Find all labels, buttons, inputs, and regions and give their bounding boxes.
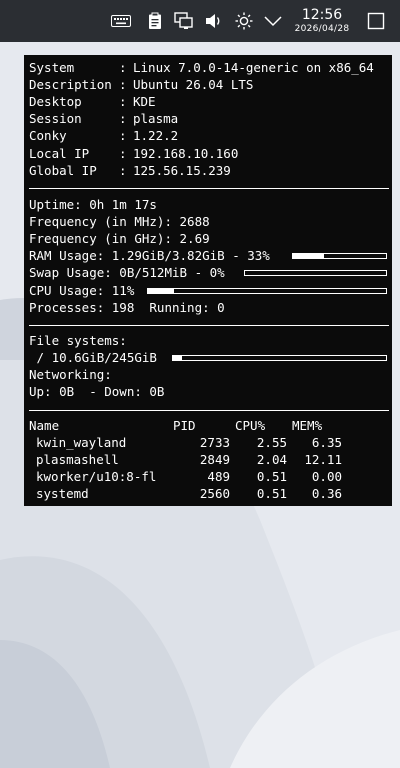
info-key: Conky	[29, 128, 67, 144]
ram-usage-bar	[292, 253, 387, 260]
frequency-ghz: Frequency (in GHz): 2.69	[29, 231, 210, 247]
processes-text: Processes: 198 Running: 0	[29, 299, 225, 315]
conky-widget: System: Linux 7.0.0-14-generic on x86_64 D…	[24, 55, 392, 506]
filesystem-root-label: / 10.6GiB/245GiB	[29, 350, 157, 366]
info-key: Global IP	[29, 162, 97, 178]
proc-pid: 2733	[199, 435, 230, 450]
proc-cpu: 0.51	[256, 486, 287, 502]
ram-usage-bar-fill	[293, 254, 324, 259]
info-separator: :	[119, 128, 127, 144]
info-row: Description: Ubuntu 26.04 LTS	[29, 76, 253, 93]
proc-pid: 2560	[199, 486, 230, 502]
proc-name: systemd	[36, 486, 89, 502]
uptime-text: Uptime: 0h 1m 17s	[29, 197, 157, 212]
info-key: Session	[29, 111, 82, 127]
divider	[29, 410, 389, 411]
filesystem-root-bar	[172, 355, 387, 362]
ram-usage-label: RAM Usage: 1.29GiB/3.82GiB - 33%	[29, 248, 270, 264]
proc-pid: 489	[207, 469, 230, 485]
swap-usage-label: Swap Usage: 0B/512MiB - 0%	[29, 265, 225, 281]
info-value: Ubuntu 26.04 LTS	[133, 77, 254, 93]
info-value: 125.56.15.239	[133, 162, 231, 178]
volume-icon[interactable]	[203, 10, 225, 32]
cpu-usage-bar	[147, 287, 387, 294]
filesystems-label: File systems:	[29, 333, 127, 348]
proc-mem: 6.35	[311, 435, 342, 450]
proc-header-cpu: CPU%	[235, 418, 266, 433]
frequency-mhz: Frequency (in MHz): 2688	[29, 214, 210, 230]
info-value: KDE	[133, 94, 156, 110]
info-row: Local IP:192.168.10.160	[29, 145, 238, 162]
brightness-icon[interactable]	[233, 10, 255, 32]
proc-header-pid: PID	[173, 418, 196, 433]
chevron-down-icon[interactable]	[262, 10, 284, 32]
info-value: Linux 7.0.0-14-generic on x86_64	[133, 60, 374, 75]
proc-cpu: 0.51	[256, 469, 287, 485]
info-separator: :	[119, 162, 127, 178]
proc-name: plasmashell	[36, 452, 119, 468]
proc-name: kwin_wayland	[36, 435, 127, 450]
info-separator: :	[119, 77, 127, 93]
info-row: System: Linux 7.0.0-14-generic on x86_64	[29, 59, 374, 76]
networking-label: Networking:	[29, 367, 112, 383]
proc-header-name: Name	[29, 418, 60, 433]
clock-date: 2026/04/28	[294, 24, 350, 34]
info-key: System	[29, 60, 75, 75]
info-key: Description	[29, 77, 112, 93]
proc-cpu: 2.55	[256, 435, 287, 450]
proc-pid: 2849	[199, 452, 230, 468]
info-row: Conky:1.22.2	[29, 127, 178, 144]
proc-mem: 0.36	[311, 486, 342, 502]
proc-mem: 0.00	[311, 469, 342, 485]
info-separator: :	[119, 145, 127, 161]
keyboard-icon[interactable]	[110, 10, 132, 32]
info-row: Desktop: KDE	[29, 93, 156, 110]
divider	[29, 325, 389, 326]
info-value: 1.22.2	[133, 128, 179, 144]
info-separator: :	[119, 94, 127, 110]
info-row: Session: plasma	[29, 110, 178, 127]
top-panel: 12:56 2026/04/28	[0, 0, 400, 42]
network-speed: Up: 0B - Down: 0B	[29, 384, 165, 400]
network-icon[interactable]	[173, 10, 195, 32]
clipboard-icon[interactable]	[144, 10, 166, 32]
cpu-usage-label: CPU Usage: 11%	[29, 282, 135, 298]
swap-usage-bar	[244, 270, 387, 277]
cpu-usage-bar-fill	[148, 288, 175, 293]
proc-mem: 12.11	[304, 452, 342, 468]
proc-header-mem: MEM%	[292, 418, 323, 433]
info-value: 192.168.10.160	[133, 145, 239, 161]
clock-time: 12:56	[301, 7, 343, 23]
divider	[29, 188, 389, 189]
info-separator: :	[119, 60, 127, 75]
proc-cpu: 2.04	[256, 452, 287, 468]
info-key: Desktop	[29, 94, 82, 110]
info-key: Local IP	[29, 145, 90, 161]
show-desktop-icon[interactable]	[365, 10, 387, 32]
proc-name: kworker/u10:8-fl	[36, 469, 157, 485]
info-value: plasma	[133, 111, 179, 127]
filesystem-root-bar-fill	[173, 356, 182, 361]
info-row: Global IP:125.56.15.239	[29, 162, 231, 179]
info-separator: :	[119, 111, 127, 127]
clock[interactable]: 12:56 2026/04/28	[288, 7, 356, 35]
